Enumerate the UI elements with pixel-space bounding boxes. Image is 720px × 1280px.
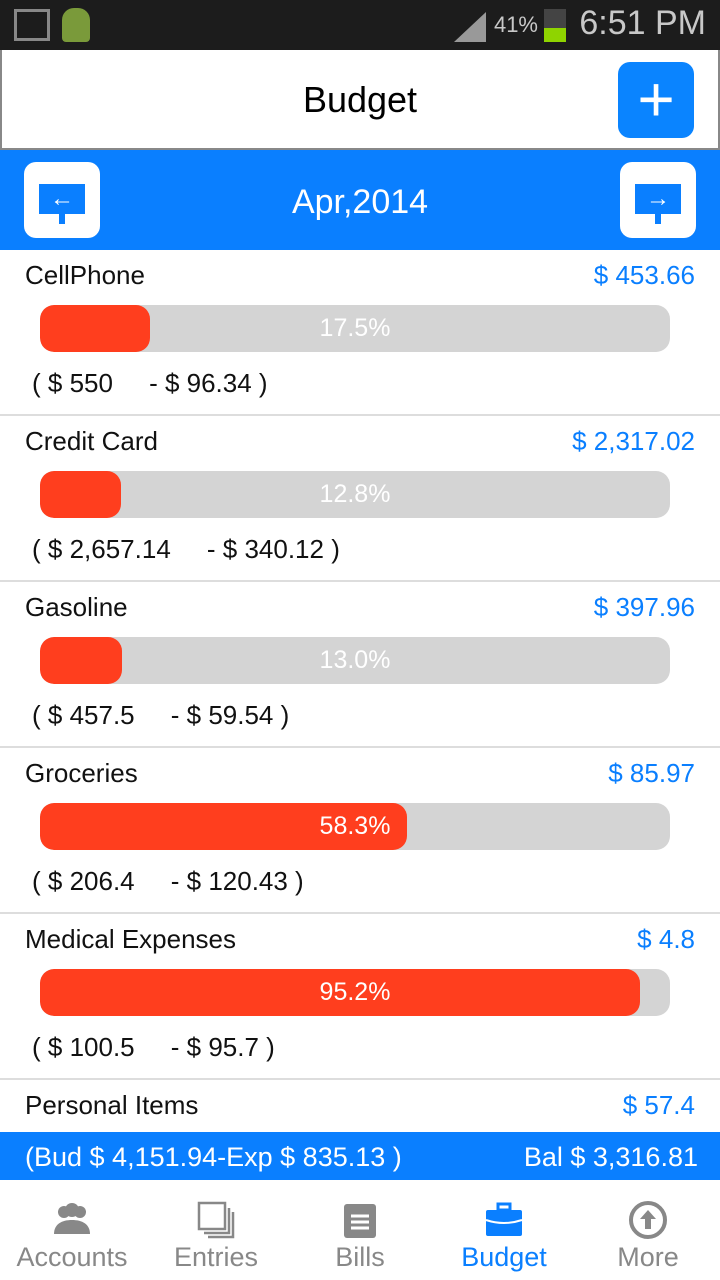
tab-label: Entries	[173, 1242, 259, 1272]
budget-progress-bar: 13.0%	[40, 637, 670, 684]
arrow-right-sign-icon: →	[635, 184, 681, 214]
stacked-pages-icon	[196, 1200, 236, 1240]
budget-remaining: $ 2,317.02	[572, 426, 695, 456]
budget-item[interactable]: Gasoline $ 397.96 13.0% ( $ 457.5 - $ 59.…	[0, 582, 720, 748]
budget-expense-summary: (Bud $ 4,151.94-Exp $ 835.13 )	[25, 1142, 402, 1172]
month-selector: ← Apr,2014 →	[0, 150, 720, 250]
battery-icon	[544, 9, 566, 42]
android-debug-icon	[62, 8, 90, 42]
budget-item[interactable]: Medical Expenses $ 4.8 95.2% ( $ 100.5 - …	[0, 914, 720, 1080]
tab-accounts[interactable]: Accounts	[0, 1180, 144, 1280]
gallery-notification-icon	[14, 9, 50, 41]
progress-percent: 58.3%	[319, 812, 391, 840]
progress-percent: 12.8%	[319, 480, 391, 508]
next-month-button[interactable]: →	[620, 162, 696, 238]
battery-percent: 41%	[493, 12, 538, 37]
budget-summary-bar: (Bud $ 4,151.94-Exp $ 835.13 ) Bal $ 3,3…	[0, 1132, 720, 1180]
signal-icon	[454, 12, 486, 42]
progress-percent: 17.5%	[319, 314, 391, 342]
arrow-left-sign-icon: ←	[39, 184, 85, 214]
budget-category-name: Gasoline	[25, 592, 128, 622]
app-header: Budget +	[0, 50, 720, 150]
budget-range: ( $ 2,657.14 - $ 340.12 )	[32, 534, 340, 564]
tab-label: Budget	[461, 1242, 547, 1272]
clock: 6:51 PM	[579, 4, 706, 42]
tab-more[interactable]: More	[576, 1180, 720, 1280]
status-bar: 41% 6:51 PM	[0, 0, 720, 50]
budget-remaining: $ 453.66	[593, 260, 695, 290]
budget-range: ( $ 206.4 - $ 120.43 )	[32, 866, 304, 896]
budget-item[interactable]: Groceries $ 85.97 58.3% ( $ 206.4 - $ 120…	[0, 748, 720, 914]
tab-label: Accounts	[16, 1242, 128, 1272]
tab-bills[interactable]: Bills	[288, 1180, 432, 1280]
budget-range: ( $ 457.5 - $ 59.54 )	[32, 700, 290, 730]
budget-range: ( $ 100.5 - $ 95.7 )	[32, 1032, 275, 1062]
budget-category-name: Groceries	[25, 758, 138, 788]
add-budget-button[interactable]: +	[618, 62, 694, 138]
budget-progress-bar: 12.8%	[40, 471, 670, 518]
budget-remaining: $ 4.8	[637, 924, 695, 954]
month-label: Apr,2014	[291, 183, 429, 221]
progress-percent: 13.0%	[319, 646, 391, 674]
budget-progress-bar: 17.5%	[40, 305, 670, 352]
plus-icon: +	[637, 63, 675, 135]
balance-summary: Bal $ 3,316.81	[523, 1142, 698, 1172]
budget-remaining: $ 397.96	[593, 592, 695, 622]
budget-category-name: Medical Expenses	[25, 924, 236, 954]
budget-progress-bar: 58.3%	[40, 803, 670, 850]
budget-remaining: $ 85.97	[608, 758, 695, 788]
notepad-icon	[340, 1200, 380, 1240]
prev-month-button[interactable]: ←	[24, 162, 100, 238]
page-title: Budget	[302, 79, 418, 120]
tab-budget[interactable]: Budget	[432, 1180, 576, 1280]
circle-up-arrow-icon	[628, 1200, 668, 1240]
budget-list[interactable]: CellPhone $ 453.66 17.5% ( $ 550 - $ 96.3…	[0, 250, 720, 1132]
budget-category-name: CellPhone	[25, 260, 145, 290]
budget-remaining: $ 57.4	[622, 1090, 695, 1120]
bottom-tab-bar: Accounts Entries Bills Budget More	[0, 1180, 720, 1280]
budget-item[interactable]: Credit Card $ 2,317.02 12.8% ( $ 2,657.14…	[0, 416, 720, 582]
tab-label: Bills	[335, 1242, 385, 1272]
briefcase-icon	[484, 1200, 524, 1240]
budget-category-name: Credit Card	[25, 426, 158, 456]
budget-range: ( $ 550 - $ 96.34 )	[32, 368, 268, 398]
tab-entries[interactable]: Entries	[144, 1180, 288, 1280]
tab-label: More	[617, 1242, 679, 1272]
people-icon	[52, 1200, 92, 1240]
progress-percent: 95.2%	[319, 978, 391, 1006]
budget-category-name: Personal Items	[25, 1090, 199, 1120]
budget-item[interactable]: Personal Items $ 57.4	[0, 1080, 720, 1132]
budget-item[interactable]: CellPhone $ 453.66 17.5% ( $ 550 - $ 96.3…	[0, 250, 720, 416]
budget-progress-bar: 95.2%	[40, 969, 670, 1016]
